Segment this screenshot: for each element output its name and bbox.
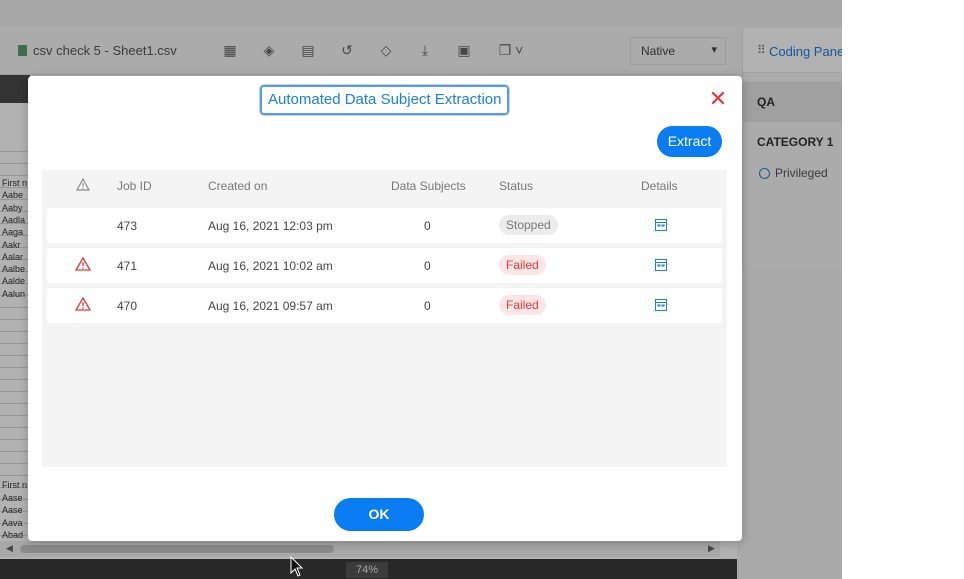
table-row: 473 Aug 16, 2021 12:03 pm 0 Stopped: [47, 208, 722, 243]
mouse-cursor-icon: [290, 556, 304, 577]
details-icon[interactable]: [655, 219, 667, 231]
details-icon[interactable]: [655, 259, 667, 271]
created-on-cell: Aug 16, 2021 09:57 am: [208, 299, 333, 313]
table-row: 470 Aug 16, 2021 09:57 am 0 Failed: [47, 288, 722, 323]
column-created-on[interactable]: Created on: [208, 179, 267, 193]
created-on-cell: Aug 16, 2021 10:02 am: [208, 259, 333, 273]
details-icon[interactable]: [655, 299, 667, 311]
extract-button[interactable]: Extract: [657, 126, 722, 157]
job-id-cell: 473: [117, 219, 138, 233]
data-subjects-cell: 0: [424, 259, 431, 273]
warning-icon: [75, 257, 91, 271]
table-row: 471 Aug 16, 2021 10:02 am 0 Failed: [47, 248, 722, 283]
warning-icon: [75, 297, 91, 311]
table-header: Job ID Created on Data Subjects Status D…: [42, 170, 727, 202]
status-badge: Stopped: [499, 215, 558, 235]
jobs-table: Job ID Created on Data Subjects Status D…: [42, 170, 727, 467]
job-id-cell: 471: [117, 259, 138, 273]
close-button[interactable]: ✕: [708, 88, 728, 110]
extraction-dialog: Automated Data Subject Extraction ✕ Extr…: [28, 76, 742, 541]
warning-icon: [76, 178, 90, 191]
column-details: Details: [641, 179, 678, 193]
ok-button[interactable]: OK: [334, 498, 424, 531]
blank-area: [842, 0, 964, 579]
dialog-title: Automated Data Subject Extraction: [258, 84, 511, 116]
status-badge: Failed: [499, 295, 546, 315]
data-subjects-cell: 0: [424, 219, 431, 233]
data-subjects-cell: 0: [424, 299, 431, 313]
job-id-cell: 470: [117, 299, 138, 313]
created-on-cell: Aug 16, 2021 12:03 pm: [208, 219, 333, 233]
column-status[interactable]: Status: [499, 179, 533, 193]
column-job-id[interactable]: Job ID: [117, 179, 152, 193]
column-data-subjects[interactable]: Data Subjects: [391, 179, 466, 193]
status-badge: Failed: [499, 255, 546, 275]
